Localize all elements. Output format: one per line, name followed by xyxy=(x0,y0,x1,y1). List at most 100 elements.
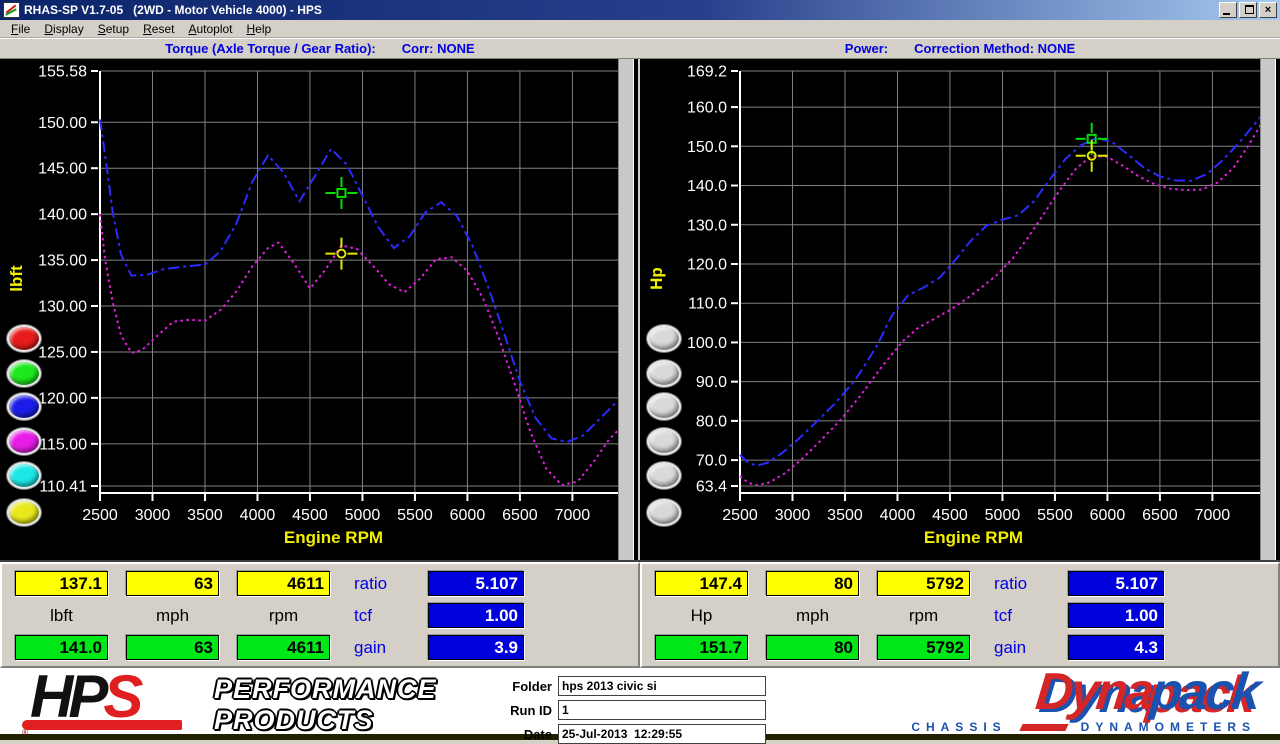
hps-registered-mark: ® xyxy=(22,728,28,737)
torque-green-value-mph: 63 xyxy=(126,635,219,660)
close-button[interactable]: × xyxy=(1259,2,1277,18)
torque-gain-value: 3.9 xyxy=(428,635,524,660)
power-yellow-value-mph: 80 xyxy=(766,571,859,596)
torque-chart-oval-button-3[interactable] xyxy=(7,393,41,420)
torque-chart-x-tick-label: 3500 xyxy=(187,507,223,524)
dynapack-pack: pack xyxy=(1148,663,1262,721)
torque-unit-label-lbft: lbft xyxy=(50,605,73,625)
power-readout-panel: 147.4 80 5792 ratio 5.107 Hp mph rpm tcf 1.00 151.… xyxy=(640,562,1280,668)
torque-chart-x-tick-label: 2500 xyxy=(82,507,118,524)
power-tcf-value: 1.00 xyxy=(1068,603,1164,628)
torque-ratio-value: 5.107 xyxy=(428,571,524,596)
power-chart-x-tick-label: 7000 xyxy=(1195,507,1231,524)
hps-logo: ® HPS PERFORMANCE PRODUCTS xyxy=(22,664,472,740)
run-info-fields: Folder Run ID Date xyxy=(500,676,766,744)
menu-item-display[interactable]: Display xyxy=(37,21,90,37)
torque-chart-oval-button-6[interactable] xyxy=(7,499,41,526)
power-chart-oval-button-1[interactable] xyxy=(647,325,681,352)
torque-chart-x-tick-label: 4500 xyxy=(292,507,328,524)
dynapack-subline: CHASSIS DYNAMOMETERS xyxy=(911,720,1256,734)
minimize-button[interactable] xyxy=(1219,2,1237,18)
power-chart-x-tick-label: 3000 xyxy=(775,507,811,524)
minimize-icon xyxy=(1223,13,1230,15)
restore-button[interactable] xyxy=(1239,2,1257,18)
run-id-input[interactable] xyxy=(558,700,766,720)
power-chart-y-tick-label: 70.0 xyxy=(696,453,727,470)
menu-item-autoplot[interactable]: Autoplot xyxy=(181,21,239,37)
dynapack-logo: Dynapack CHASSIS DYNAMOMETERS xyxy=(796,663,1266,740)
power-chart-oval-button-4[interactable] xyxy=(647,428,681,455)
menu-item-setup[interactable]: Setup xyxy=(91,21,136,37)
power-yellow-value-Hp: 147.4 xyxy=(655,571,748,596)
power-chart-oval-button-2[interactable] xyxy=(647,360,681,387)
torque-chart-x-tick-label: 6500 xyxy=(502,507,538,524)
hps-hp: HP xyxy=(30,663,108,730)
torque-chart-y-tick-label: 140.00 xyxy=(38,207,87,224)
dynapack-dyna: Dyna xyxy=(1033,663,1155,721)
torque-chart-oval-button-5[interactable] xyxy=(7,462,41,489)
menu-item-help[interactable]: Help xyxy=(240,21,279,37)
torque-unit-label-rpm: rpm xyxy=(268,605,299,625)
power-correction-label: Correction Method: NONE xyxy=(914,41,1076,56)
menu-item-file[interactable]: File xyxy=(4,21,37,37)
power-chart-header: Power: Correction Method: NONE xyxy=(640,39,1280,58)
power-chart-y-tick-label: 160.0 xyxy=(687,100,727,117)
torque-chart-y-tick-label: 150.00 xyxy=(38,115,87,132)
run-id-label: Run ID xyxy=(510,702,552,718)
charts-row: 155.58 150.00 145.00 140.00 135.00 130.00 125.… xyxy=(0,59,1280,560)
power-chart-y-tick-label: 100.0 xyxy=(687,335,727,352)
power-chart-y-tick-label: 140.0 xyxy=(687,178,727,195)
chart-header-strip: Torque (Axle Torque / Gear Ratio): Corr:… xyxy=(0,38,1280,59)
torque-tcf-value: 1.00 xyxy=(428,603,524,628)
dynapack-chassis-text: CHASSIS xyxy=(911,720,1007,734)
hps-products-text: PRODUCTS xyxy=(214,705,374,735)
power-chart-plot-area[interactable] xyxy=(740,71,1267,493)
torque-yellow-value-lbft: 137.1 xyxy=(15,571,108,596)
date-input[interactable] xyxy=(558,724,766,744)
torque-chart-x-tick-label: 5500 xyxy=(397,507,433,524)
torque-panel-right-strip xyxy=(618,59,634,560)
power-chart-oval-button-3[interactable] xyxy=(647,393,681,420)
torque-chart-y-axis-label: lbft xyxy=(7,265,26,292)
torque-chart-x-axis-label: Engine RPM xyxy=(284,528,383,547)
dyno-app-window: RHAS-SP V1.7-05 (2WD - Motor Vehicle 400… xyxy=(0,0,1280,744)
dynapack-wordmark: Dynapack xyxy=(1033,662,1261,722)
torque-chart-oval-button-2[interactable] xyxy=(7,360,41,387)
torque-chart[interactable]: 155.58 150.00 145.00 140.00 135.00 130.00 125.… xyxy=(0,59,638,560)
power-chart-y-tick-label: 169.2 xyxy=(687,64,727,81)
power-unit-label-Hp: Hp xyxy=(690,605,713,625)
power-chart-x-tick-label: 5500 xyxy=(1037,507,1073,524)
app-icon xyxy=(3,2,20,18)
menu-bar: File Display Setup Reset Autoplot Help xyxy=(0,20,1280,38)
power-chart[interactable]: 169.2 160.0 150.0 140.0 130.0 120.0 110.0 100.0… xyxy=(640,59,1280,560)
power-chart-y-axis-label: Hp xyxy=(647,267,666,290)
torque-chart-y-tick-label: 120.00 xyxy=(38,390,87,407)
torque-chart-oval-button-4[interactable] xyxy=(7,428,41,455)
torque-yellow-value-mph: 63 xyxy=(126,571,219,596)
power-chart-y-tick-label: 130.0 xyxy=(687,217,727,234)
power-gain-label: gain xyxy=(994,637,1027,657)
torque-chart-y-tick-label: 135.00 xyxy=(38,253,87,270)
torque-unit-label-mph: mph xyxy=(155,605,190,625)
torque-correction-label: Corr: NONE xyxy=(401,41,475,56)
power-chart-oval-button-6[interactable] xyxy=(647,499,681,526)
power-yellow-value-rpm: 5792 xyxy=(877,571,970,596)
torque-chart-plot-area[interactable] xyxy=(100,71,627,493)
power-chart-y-tick-label: 80.0 xyxy=(696,413,727,430)
torque-chart-x-tick-label: 5000 xyxy=(345,507,381,524)
power-chart-x-tick-label: 4500 xyxy=(932,507,968,524)
menu-item-reset[interactable]: Reset xyxy=(136,21,181,37)
dynapack-dynamometers-text: DYNAMOMETERS xyxy=(1080,720,1256,734)
torque-chart-y-tick-label: 155.58 xyxy=(38,64,87,81)
power-chart-y-tick-label: 90.0 xyxy=(696,374,727,391)
power-chart-oval-button-5[interactable] xyxy=(647,462,681,489)
power-chart-y-tick-label: 63.4 xyxy=(696,479,727,496)
hps-performance-text: PERFORMANCE xyxy=(214,674,437,704)
power-chart-x-tick-label: 5000 xyxy=(985,507,1021,524)
power-chart-x-tick-label: 2500 xyxy=(722,507,758,524)
torque-chart-x-tick-label: 4000 xyxy=(240,507,276,524)
torque-chart-title: Torque (Axle Torque / Gear Ratio): xyxy=(165,41,376,56)
torque-green-value-rpm: 4611 xyxy=(237,635,330,660)
folder-input[interactable] xyxy=(558,676,766,696)
torque-chart-oval-button-1[interactable] xyxy=(7,325,41,352)
